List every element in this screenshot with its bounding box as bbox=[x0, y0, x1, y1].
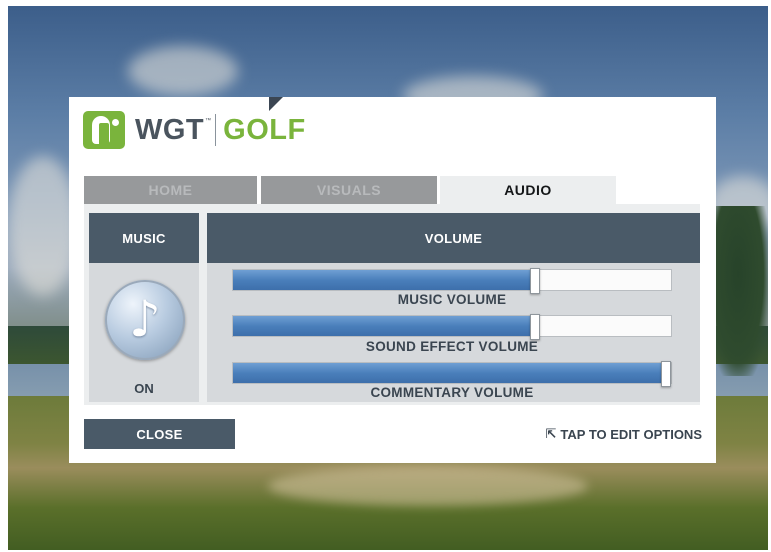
slider-handle[interactable] bbox=[530, 314, 540, 340]
slider-handle[interactable] bbox=[661, 361, 671, 387]
logo-divider bbox=[215, 114, 217, 146]
volume-header: VOLUME bbox=[207, 213, 700, 263]
slider-handle[interactable] bbox=[530, 268, 540, 294]
trees bbox=[708, 206, 768, 376]
arrow-up-left-icon: ⇱ bbox=[545, 427, 557, 442]
music-state-label: ON bbox=[134, 381, 154, 396]
close-button[interactable]: CLOSE bbox=[84, 419, 235, 449]
cloud bbox=[128, 46, 238, 96]
tab-home[interactable]: HOME bbox=[84, 176, 257, 204]
tab-audio[interactable]: AUDIO bbox=[440, 176, 616, 204]
panel-notch bbox=[269, 97, 283, 111]
slider-fill bbox=[233, 316, 535, 336]
slider-fill bbox=[233, 363, 671, 383]
commentary-volume-slider[interactable] bbox=[232, 361, 672, 387]
music-volume-label: MUSIC VOLUME bbox=[397, 292, 507, 307]
logo-wgt-text: WGT bbox=[135, 113, 205, 146]
music-note-icon: ♪ bbox=[129, 290, 161, 348]
sound-effect-volume-label: SOUND EFFECT VOLUME bbox=[365, 339, 539, 354]
cloud bbox=[8, 156, 78, 296]
sound-effect-volume-slider[interactable] bbox=[232, 314, 672, 340]
options-tabs: HOME VISUALS AUDIO bbox=[84, 176, 700, 204]
logo-golf-text: GOLF bbox=[223, 113, 306, 146]
golfer-logo-icon bbox=[83, 111, 125, 149]
music-header: MUSIC bbox=[89, 213, 199, 263]
logo-trademark: ™ bbox=[205, 118, 212, 124]
edit-options-text: TAP TO EDIT OPTIONS bbox=[560, 427, 702, 442]
music-volume-slider[interactable] bbox=[232, 268, 672, 294]
tab-visuals[interactable]: VISUALS bbox=[261, 176, 437, 204]
sand-bunker bbox=[268, 466, 588, 506]
edit-options-hint[interactable]: ⇱ TAP TO EDIT OPTIONS bbox=[546, 427, 702, 442]
wgt-golf-logo: WGT ™ GOLF bbox=[83, 111, 306, 149]
slider-fill bbox=[233, 270, 535, 290]
music-section: ♪ ON bbox=[89, 263, 199, 402]
volume-section: MUSIC VOLUME SOUND EFFECT VOLUME COMMENT… bbox=[207, 263, 700, 402]
music-toggle-button[interactable]: ♪ bbox=[105, 280, 185, 360]
commentary-volume-label: COMMENTARY VOLUME bbox=[370, 385, 534, 400]
options-panel: WGT ™ GOLF HOME VISUALS AUDIO MUSIC VOLU… bbox=[69, 97, 716, 463]
audio-settings: MUSIC VOLUME ♪ ON MUSIC VOLUME SOUND EFF… bbox=[84, 208, 700, 405]
